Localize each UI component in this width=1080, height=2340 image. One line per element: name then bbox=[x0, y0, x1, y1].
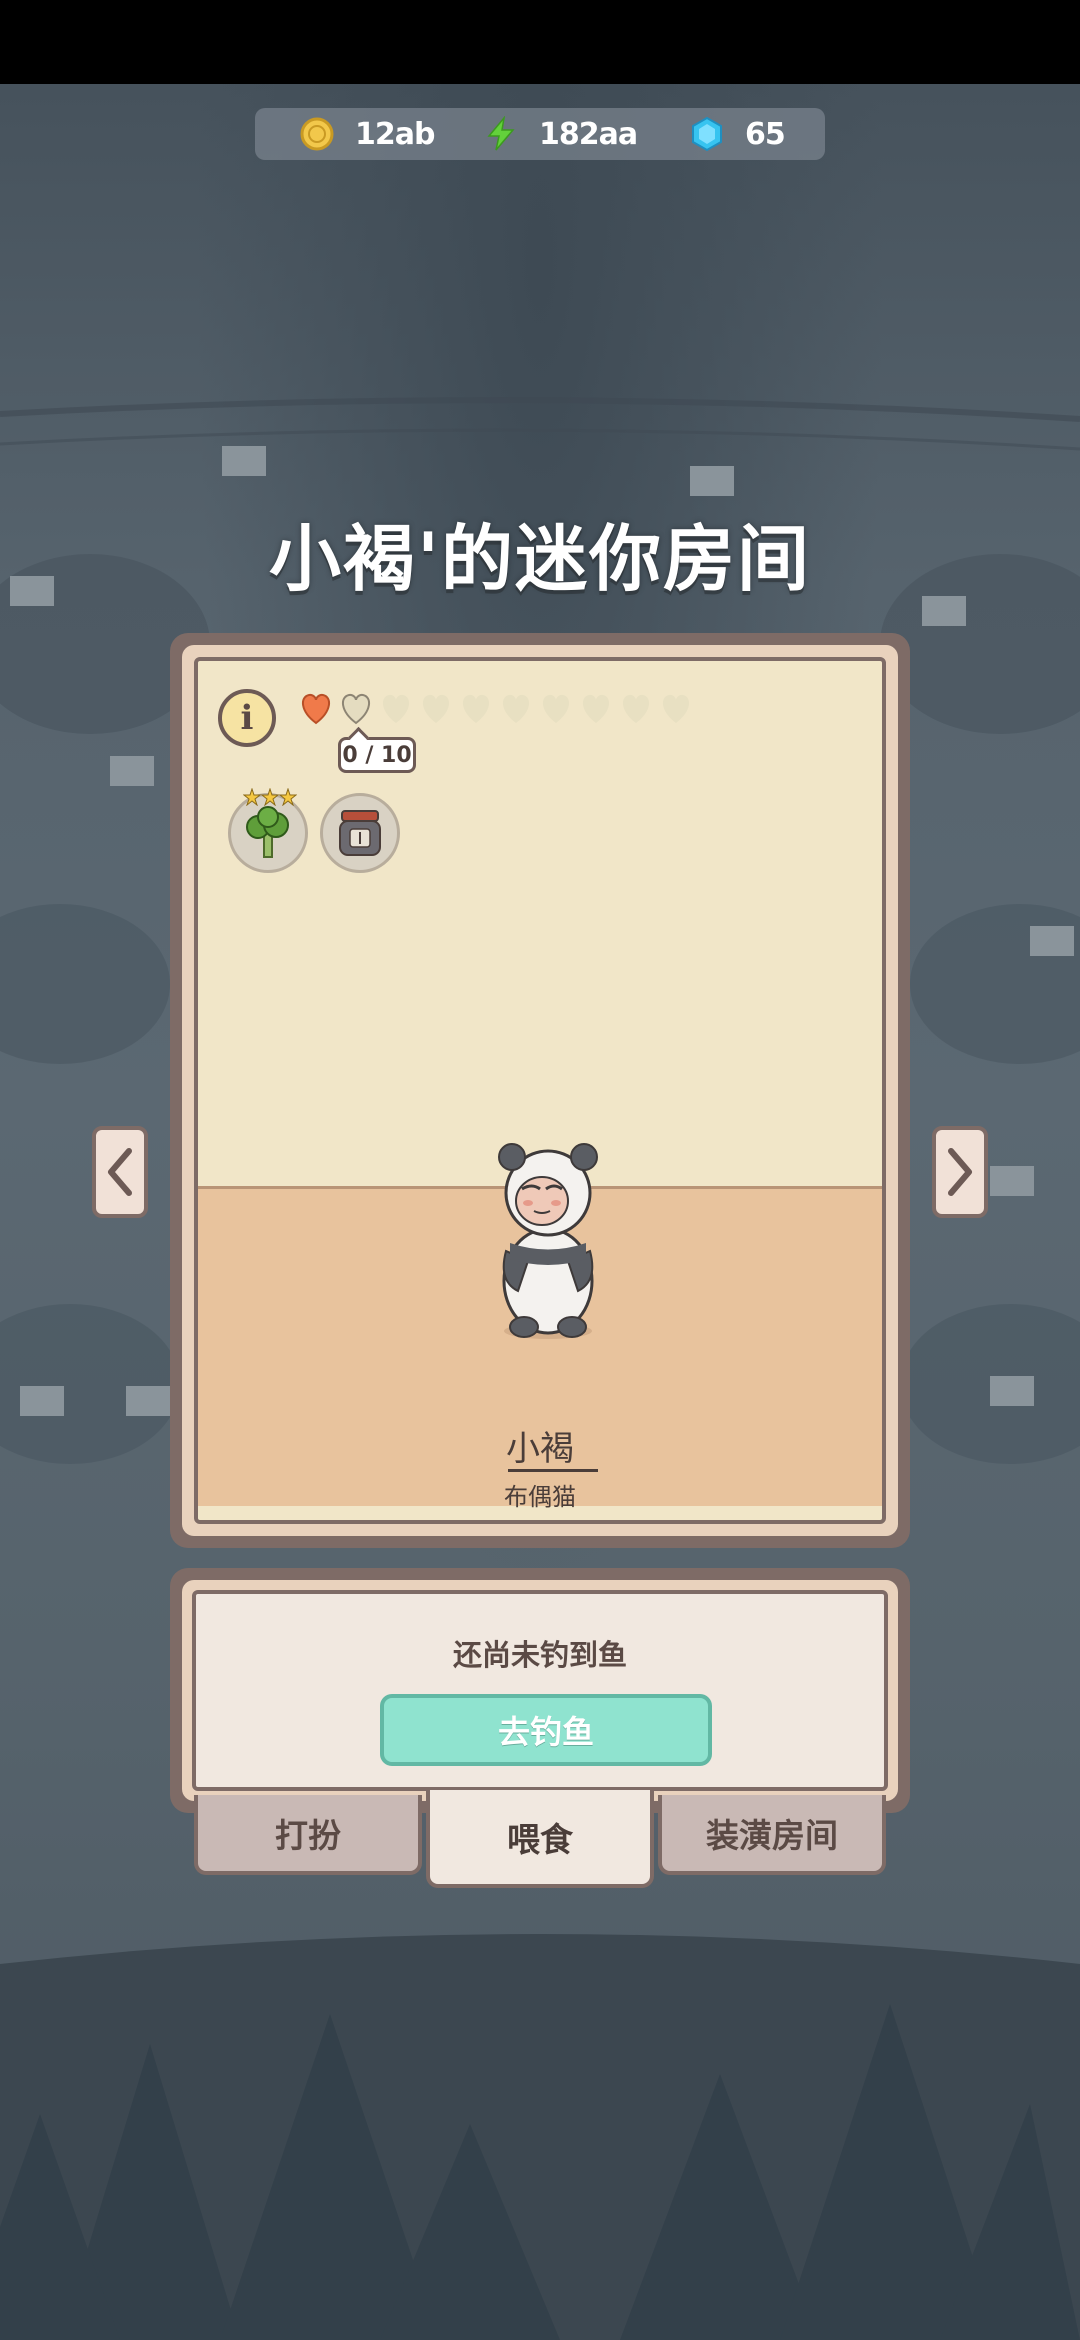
rating-stars bbox=[243, 788, 297, 806]
feed-panel: 还尚未钓到鱼 去钓鱼 bbox=[170, 1568, 910, 1813]
gems-value: 65 bbox=[745, 116, 786, 152]
heart-empty-icon bbox=[542, 694, 570, 723]
feed-frame: 还尚未钓到鱼 去钓鱼 bbox=[182, 1580, 898, 1801]
love-hearts bbox=[298, 691, 694, 725]
go-fishing-button[interactable]: 去钓鱼 bbox=[380, 1694, 712, 1766]
status-bar bbox=[0, 0, 1080, 84]
tab-decorate-room[interactable]: 装潢房间 bbox=[658, 1795, 886, 1875]
energy-value: 182aa bbox=[539, 116, 638, 152]
heart-empty-icon bbox=[582, 694, 610, 723]
pet-name: 小褐 bbox=[506, 1429, 574, 1469]
coins-counter: 12ab bbox=[299, 108, 435, 160]
coin-icon bbox=[300, 117, 334, 151]
feed-content: 还尚未钓到鱼 去钓鱼 bbox=[192, 1590, 888, 1791]
heart-empty-icon bbox=[502, 694, 530, 723]
heart-empty-icon bbox=[422, 694, 450, 723]
info-icon: i bbox=[240, 698, 254, 738]
pet-breed: 布偶猫 bbox=[504, 1483, 576, 1511]
gems-counter: 65 bbox=[689, 108, 786, 160]
heart-empty-icon bbox=[662, 694, 690, 723]
chevron-left-icon bbox=[108, 1148, 132, 1196]
heart-empty-icon bbox=[462, 694, 490, 723]
tab-feed[interactable]: 喂食 bbox=[426, 1790, 654, 1888]
tab-dress-up[interactable]: 打扮 bbox=[194, 1795, 422, 1875]
room-view: i 0 / 10 小褐 布偶猫 bbox=[194, 657, 886, 1524]
star-icon bbox=[243, 788, 297, 806]
heart-empty-icon bbox=[622, 694, 650, 723]
name-divider bbox=[508, 1469, 598, 1472]
heart-empty-icon bbox=[342, 693, 370, 725]
chevron-right-icon bbox=[948, 1148, 972, 1196]
lightning-icon bbox=[487, 116, 515, 151]
love-progress-label: 0 / 10 bbox=[338, 737, 416, 773]
previous-room-button[interactable] bbox=[92, 1126, 148, 1218]
jar-icon bbox=[339, 810, 381, 856]
room-frame: i 0 / 10 小褐 布偶猫 bbox=[182, 645, 898, 1536]
next-room-button[interactable] bbox=[932, 1126, 988, 1218]
currency-bar: 12ab 182aa 65 bbox=[255, 108, 825, 160]
room-title: 小褐'的迷你房间 bbox=[268, 517, 812, 601]
gem-icon bbox=[692, 116, 722, 152]
heart-filled-icon bbox=[302, 693, 330, 725]
info-button[interactable]: i bbox=[218, 689, 276, 747]
broccoli-icon bbox=[246, 806, 289, 858]
room-card: i 0 / 10 小褐 布偶猫 bbox=[170, 633, 910, 1548]
panda-cat-pet[interactable] bbox=[488, 1131, 608, 1351]
favorite-food-broccoli[interactable] bbox=[228, 788, 308, 873]
heart-empty-icon bbox=[382, 694, 410, 723]
energy-counter: 182aa bbox=[483, 108, 638, 160]
favorite-item-jar[interactable] bbox=[320, 793, 400, 873]
coins-value: 12ab bbox=[355, 116, 435, 152]
no-fish-message: 还尚未钓到鱼 bbox=[452, 1638, 627, 1672]
